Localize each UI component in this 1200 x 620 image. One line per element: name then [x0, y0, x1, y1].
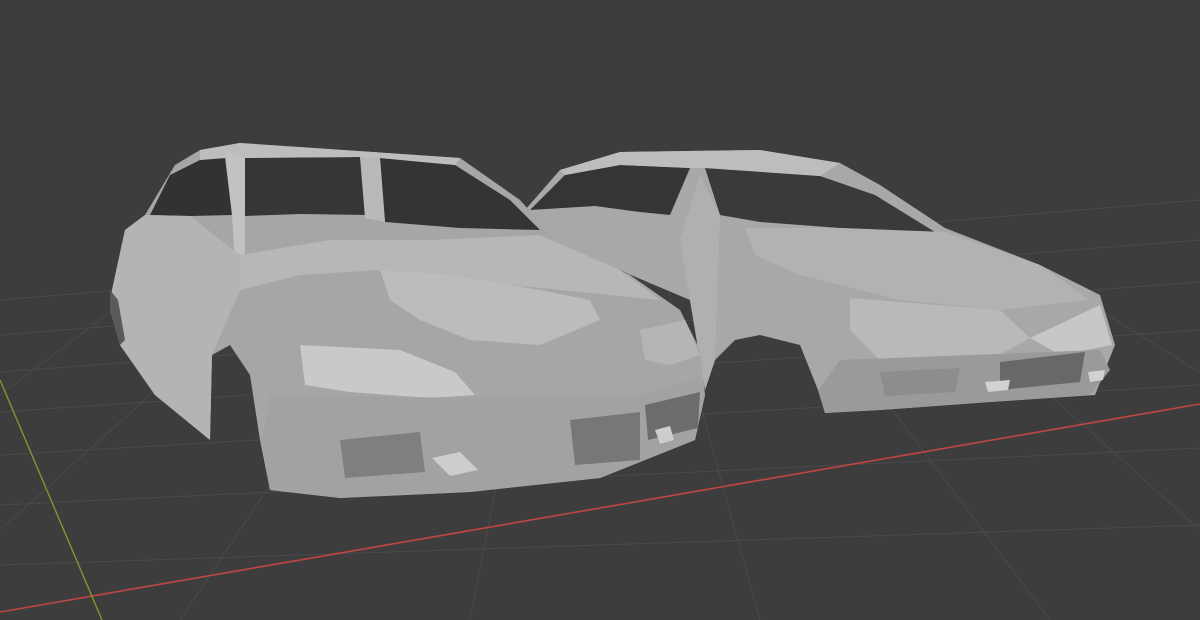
y-axis-line: [0, 379, 103, 620]
3d-viewport[interactable]: [0, 0, 1200, 620]
viewport-canvas[interactable]: [0, 0, 1200, 620]
